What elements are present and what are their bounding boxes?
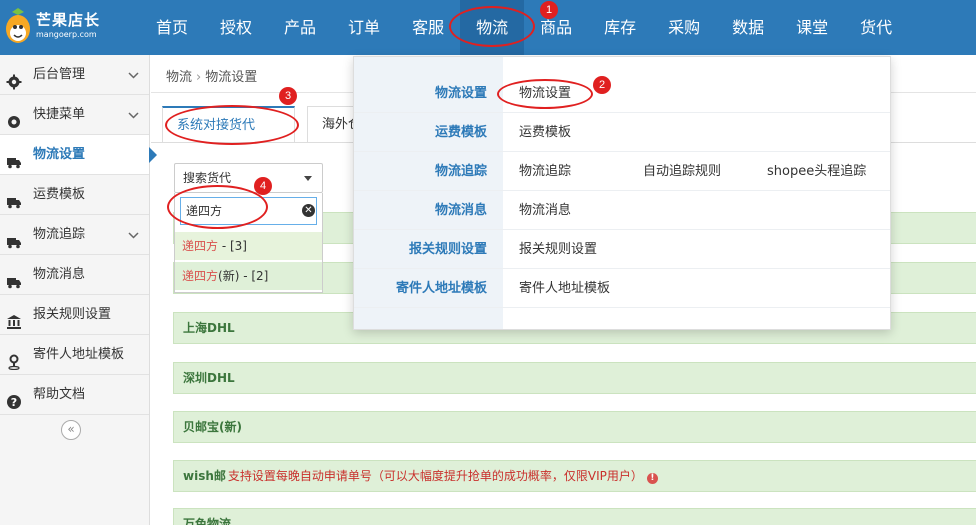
breadcrumb: 物流 › 物流设置 xyxy=(166,66,257,85)
nav-item[interactable]: 库存 xyxy=(588,0,652,55)
mega-menu-category[interactable]: 物流设置 xyxy=(354,74,487,113)
logo[interactable]: 芒果店长 mangoerp.com xyxy=(4,6,124,50)
nav-item[interactable]: 采购 xyxy=(652,0,716,55)
forwarder-panel-note: 支持设置每晚自动申请单号（可以大幅度提升抢单的成功概率，仅限VIP用户） xyxy=(227,469,643,483)
nav-item[interactable]: 授权 xyxy=(204,0,268,55)
sidebar-collapse-row: « xyxy=(0,415,149,445)
forwarder-panel-title: 深圳DHL xyxy=(183,371,235,385)
mega-menu-link[interactable]: 寄件人地址模板 xyxy=(519,269,610,308)
logo-domain: mangoerp.com xyxy=(36,30,97,39)
bank-icon xyxy=(6,307,22,329)
sidebar-item[interactable]: 物流消息 xyxy=(0,255,149,295)
truck-icon xyxy=(6,227,22,249)
mango-logo-icon xyxy=(6,8,30,43)
annotation-ring xyxy=(165,105,299,145)
annotation-number: 2 xyxy=(593,76,611,94)
sidebar-item-label: 物流消息 xyxy=(33,267,86,282)
sidebar-item[interactable]: 运费模板 xyxy=(0,175,149,215)
forwarder-panel-title: 万色物流 xyxy=(183,517,232,525)
mega-menu-row: 物流追踪 物流追踪 自动追踪规则 shopee头程追踪 xyxy=(354,152,890,191)
annotation-number: 3 xyxy=(279,87,297,105)
question-icon: ? xyxy=(6,387,22,409)
forwarder-option[interactable]: 递四方 - [3] xyxy=(175,232,322,260)
truck-icon xyxy=(6,147,22,169)
clear-icon[interactable]: ✕ xyxy=(302,204,315,217)
option-rest: - [3] xyxy=(218,239,247,253)
sidebar-item-label: 运费模板 xyxy=(33,187,86,202)
mega-menu-link[interactable]: 物流消息 xyxy=(519,191,571,230)
sidebar-item-label: 物流追踪 xyxy=(33,227,86,242)
nav-item[interactable]: 货代 xyxy=(844,0,908,55)
sidebar-item-label: 帮助文档 xyxy=(33,387,86,402)
cog-icon xyxy=(6,107,22,128)
mega-menu-row: 运费模板 运费模板 xyxy=(354,113,890,152)
mega-menu-category[interactable]: 报关规则设置 xyxy=(354,230,487,269)
gear-icon xyxy=(6,67,22,90)
forwarder-panel-title: wish邮 xyxy=(183,469,226,483)
mega-menu-row: 物流设置 物流设置 xyxy=(354,74,890,113)
mega-menu-category[interactable]: 寄件人地址模板 xyxy=(354,269,487,308)
sidebar-item[interactable]: 物流追踪 xyxy=(0,215,149,255)
sidebar-item-label: 物流设置 xyxy=(33,147,86,162)
forwarder-panel[interactable]: wish邮 支持设置每晚自动申请单号（可以大幅度提升抢单的成功概率，仅限VIP用户… xyxy=(173,460,976,492)
mega-menu-category[interactable]: 运费模板 xyxy=(354,113,487,152)
breadcrumb-separator: › xyxy=(196,70,202,85)
forwarder-panel-title: 贝邮宝(新) xyxy=(183,420,242,434)
logo-name: 芒果店长 xyxy=(36,11,101,29)
mega-menu-link[interactable]: shopee头程追踪 xyxy=(767,152,866,191)
sidebar-item[interactable]: 物流设置 xyxy=(0,135,157,175)
mega-menu-row: 报关规则设置 报关规则设置 xyxy=(354,230,890,269)
breadcrumb-current: 物流设置 xyxy=(205,70,258,85)
sidebar-collapse-button[interactable]: « xyxy=(61,420,81,440)
chevron-down-icon xyxy=(128,215,139,255)
sidebar-item-label: 后台管理 xyxy=(33,67,86,82)
warning-icon: ! xyxy=(646,473,658,484)
mega-menu-category[interactable]: 物流消息 xyxy=(354,191,487,230)
mega-menu-link[interactable]: 运费模板 xyxy=(519,113,571,152)
mega-menu-row: 物流消息 物流消息 xyxy=(354,191,890,230)
forwarder-panel[interactable]: 深圳DHL xyxy=(173,362,976,394)
annotation-ring xyxy=(497,79,593,109)
svg-text:?: ? xyxy=(11,396,17,409)
option-match: 递四方 xyxy=(182,239,219,253)
annotation-ring xyxy=(449,6,535,47)
mega-menu-row: 寄件人地址模板 寄件人地址模板 xyxy=(354,269,890,308)
nav-item[interactable]: 首页 xyxy=(140,0,204,55)
mega-menu-link[interactable]: 自动追踪规则 xyxy=(643,152,721,191)
mega-menu-link[interactable]: 物流追踪 xyxy=(519,152,571,191)
annotation-number: 1 xyxy=(540,1,558,19)
forwarder-panel-title: 上海DHL xyxy=(183,321,235,335)
mega-menu-category[interactable]: 物流追踪 xyxy=(354,152,487,191)
sidebar-item[interactable]: 后台管理 xyxy=(0,55,149,95)
annotation-ring xyxy=(167,185,268,229)
nav-item[interactable]: 课堂 xyxy=(780,0,844,55)
option-match: 递四方 xyxy=(182,269,219,283)
nav-item[interactable]: 订单 xyxy=(332,0,396,55)
option-rest: (新) - [2] xyxy=(218,269,269,283)
truck-icon xyxy=(6,267,22,289)
sidebar-item[interactable]: 寄件人地址模板 xyxy=(0,335,149,375)
forwarder-option[interactable]: 递四方(新) - [2] xyxy=(175,262,322,290)
sidebar-item[interactable]: 报关规则设置 xyxy=(0,295,149,335)
sidebar-item-label: 报关规则设置 xyxy=(33,307,112,322)
logistics-mega-menu: 物流设置 物流设置 运费模板 运费模板 物流追踪 物流追踪 自动追踪规则 shopee头程追踪… xyxy=(353,56,891,330)
chevron-down-icon xyxy=(128,55,139,95)
chevron-down-icon xyxy=(128,95,139,135)
forwarder-panel[interactable]: 贝邮宝(新) xyxy=(173,411,976,443)
sidebar: 后台管理 快捷菜单 物流设置 运费模板 物流追踪 物流消息 报关规则设置 寄件人地址模板? 帮助… xyxy=(0,55,157,525)
annotation-number: 4 xyxy=(254,177,272,195)
truck-icon xyxy=(6,187,22,209)
map-pin-icon xyxy=(6,347,22,371)
sidebar-item[interactable]: 快捷菜单 xyxy=(0,95,149,135)
forwarder-panel[interactable]: 万色物流 xyxy=(173,508,976,525)
sidebar-item[interactable]: ? 帮助文档 xyxy=(0,375,149,415)
sidebar-item-label: 快捷菜单 xyxy=(33,107,86,122)
mega-menu-link[interactable]: 报关规则设置 xyxy=(519,230,597,269)
forwarder-select-label: 搜索货代 xyxy=(183,171,232,185)
sidebar-item-label: 寄件人地址模板 xyxy=(33,347,125,362)
nav-item[interactable]: 数据 xyxy=(716,0,780,55)
caret-down-icon xyxy=(304,176,312,181)
nav-item[interactable]: 产品 xyxy=(268,0,332,55)
breadcrumb-root[interactable]: 物流 xyxy=(166,70,192,85)
